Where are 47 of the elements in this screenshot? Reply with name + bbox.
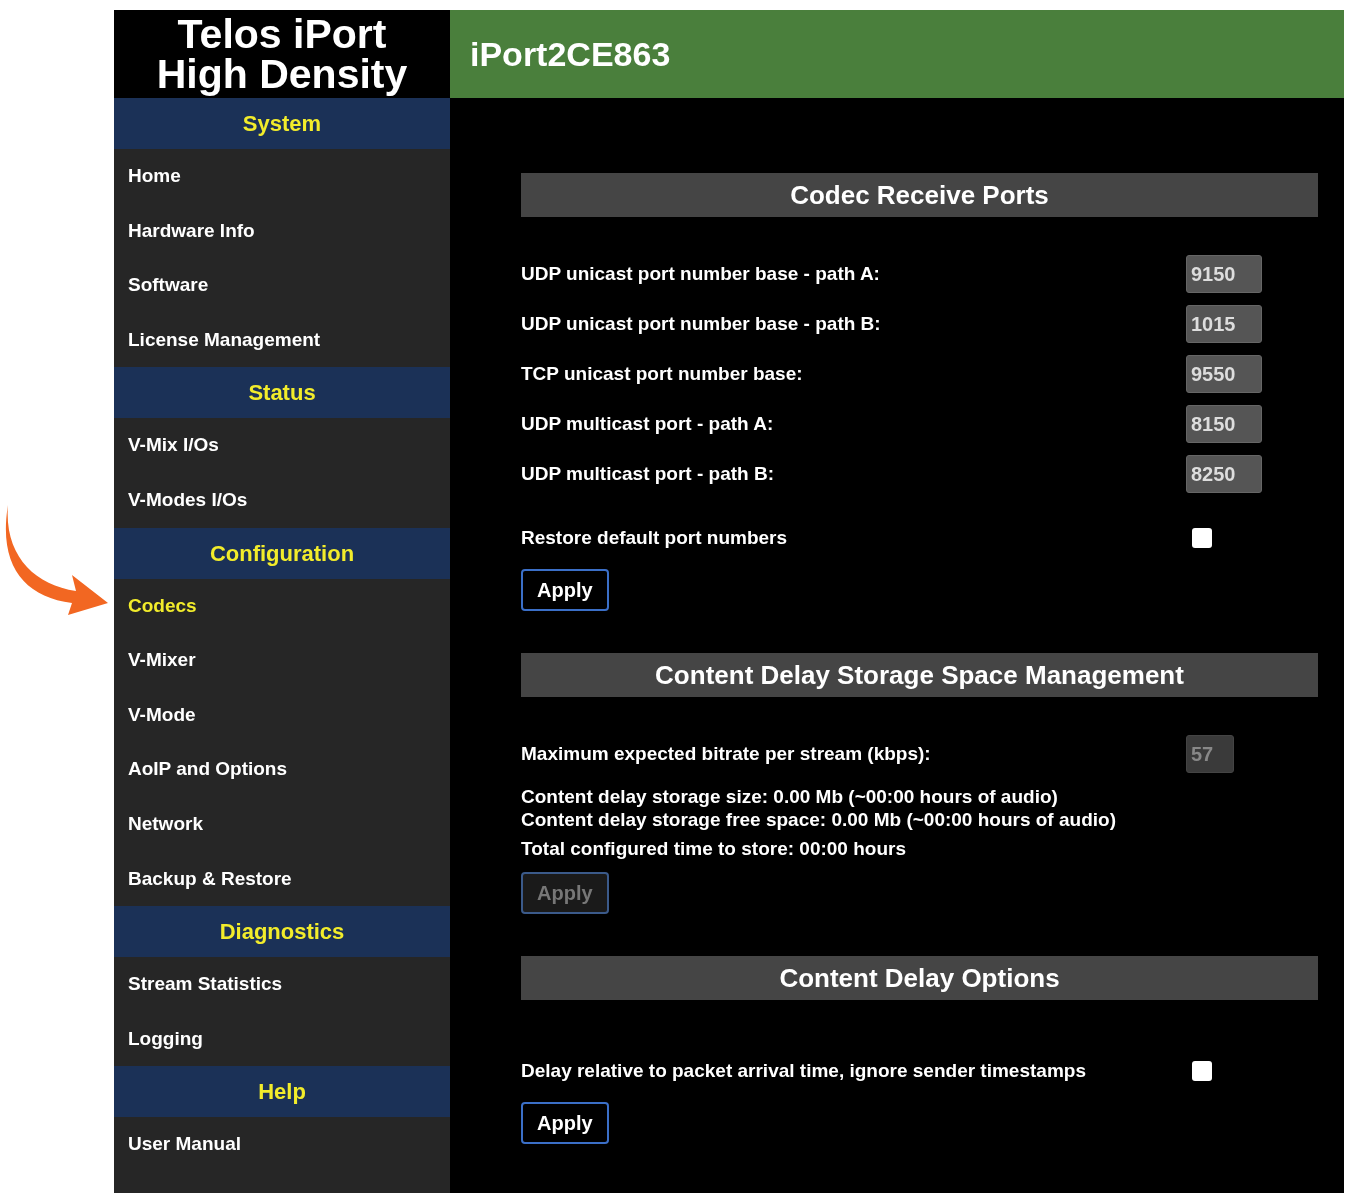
sidebar-item[interactable]: Home bbox=[114, 149, 450, 204]
sidebar-item[interactable]: V-Mode bbox=[114, 687, 450, 743]
sidebar-heading: Help bbox=[114, 1066, 450, 1118]
field-label: Maximum expected bitrate per stream (kbps): bbox=[521, 741, 932, 766]
apply-button[interactable]: Apply bbox=[521, 569, 609, 611]
number-field[interactable]: 8150 bbox=[1186, 405, 1262, 443]
info-text: Total configured time to store: 00:00 hours bbox=[521, 837, 907, 860]
sidebar-heading: Configuration bbox=[114, 527, 450, 579]
field-label: UDP multicast port - path B: bbox=[521, 461, 775, 486]
info-text: Content delay storage free space: 0.00 Mb (~00:00 hours of audio) bbox=[521, 808, 1117, 831]
section-title: Content Delay Storage Space Management bbox=[521, 653, 1318, 697]
sidebar-heading: System bbox=[114, 98, 450, 149]
arrow-icon bbox=[4, 505, 108, 615]
number-field[interactable]: 9150 bbox=[1186, 255, 1262, 293]
sidebar-item[interactable]: Backup & Restore bbox=[114, 851, 450, 907]
logo-text: Telos iPort bbox=[176, 14, 388, 54]
number-field[interactable]: 1015 bbox=[1186, 305, 1262, 343]
checkbox-label: Restore default port numbers bbox=[521, 525, 789, 550]
sidebar-item[interactable]: Software bbox=[114, 258, 450, 313]
sidebar-item[interactable]: Logging bbox=[114, 1011, 450, 1067]
checkbox[interactable] bbox=[1192, 528, 1212, 548]
sidebar-heading: Diagnostics bbox=[114, 906, 450, 958]
sidebar-item[interactable]: Stream Statistics bbox=[114, 957, 450, 1012]
field-label: UDP unicast port number base - path B: bbox=[521, 311, 882, 336]
section-title: Content Delay Options bbox=[521, 956, 1318, 1000]
checkbox[interactable] bbox=[1192, 1061, 1212, 1081]
sidebar-item[interactable]: V-Mixer bbox=[114, 633, 450, 688]
section-title: Codec Receive Ports bbox=[521, 173, 1318, 217]
info-text: Content delay storage size: 0.00 Mb (~00:00 hours of audio) bbox=[521, 785, 1059, 808]
number-field[interactable]: 8250 bbox=[1186, 455, 1262, 493]
sidebar-heading: Status bbox=[114, 367, 450, 419]
sidebar-item[interactable]: Network bbox=[114, 796, 450, 852]
field-label: UDP multicast port - path A: bbox=[521, 411, 775, 436]
number-field[interactable]: 9550 bbox=[1186, 355, 1262, 393]
field-label: TCP unicast port number base: bbox=[521, 361, 804, 386]
sidebar-item[interactable]: V-Modes I/Os bbox=[114, 472, 450, 528]
sidebar-item[interactable]: AoIP and Options bbox=[114, 742, 450, 797]
sidebar-item[interactable]: License Management bbox=[114, 312, 450, 368]
checkbox-label: Delay relative to packet arrival time, ignore sender timestamps bbox=[521, 1058, 1087, 1083]
sidebar-item[interactable]: User Manual bbox=[114, 1117, 450, 1172]
apply-button[interactable]: Apply bbox=[521, 1102, 609, 1144]
sidebar-item[interactable]: V-Mix I/Os bbox=[114, 418, 450, 473]
sidebar-item[interactable]: Codecs bbox=[114, 578, 450, 634]
device-name: iPort2CE863 bbox=[470, 33, 671, 75]
sidebar-item[interactable]: Hardware Info bbox=[114, 203, 450, 259]
field-label: UDP unicast port number base - path A: bbox=[521, 261, 881, 286]
logo-text: High Density bbox=[155, 54, 409, 94]
